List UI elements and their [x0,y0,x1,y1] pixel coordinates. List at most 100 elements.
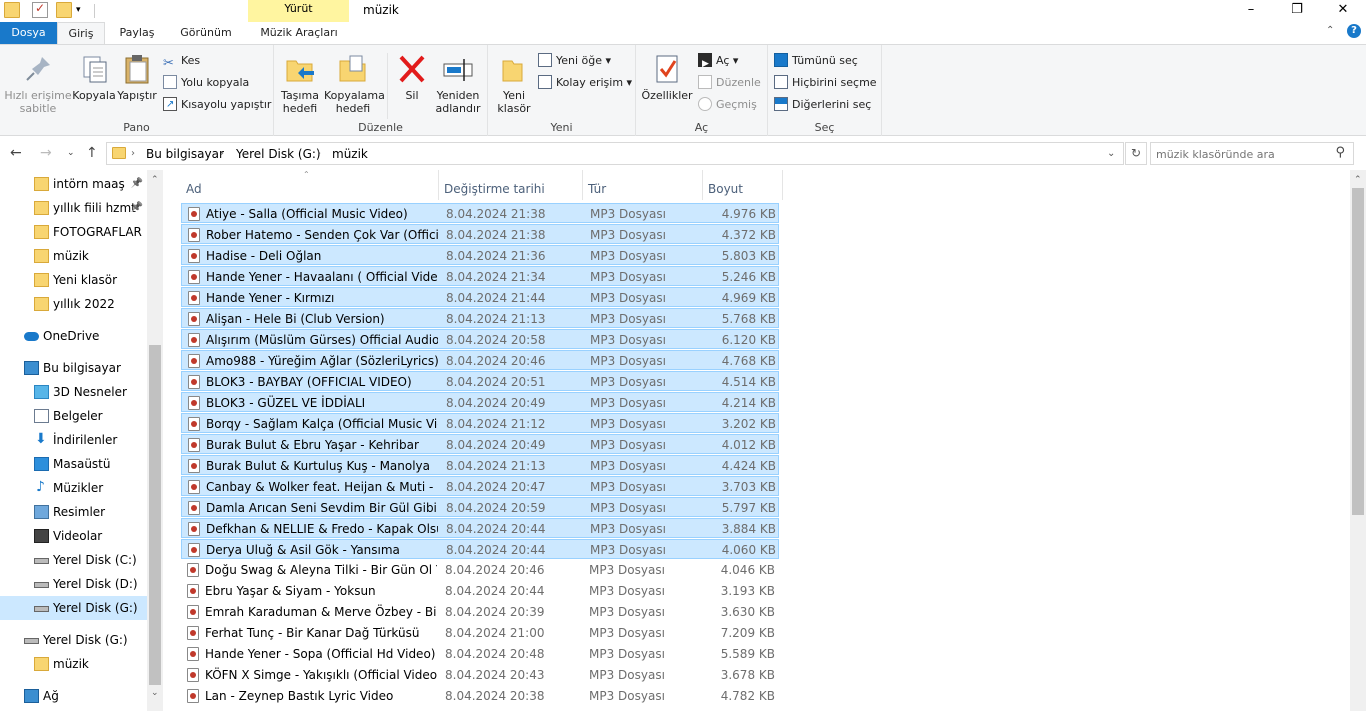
crumb-disk-g[interactable]: Yerel Disk (G:) [236,147,321,161]
sidebar-item[interactable]: Ağ [0,684,147,708]
file-row[interactable]: Damla Arıcan Seni Sevdim Bir Gül Gibi 20… [181,497,779,517]
chevron-right-icon[interactable]: › [220,148,224,159]
sidebar-item[interactable]: 3D Nesneler [0,380,147,404]
file-row[interactable]: Rober Hatemo - Senden Çok Var (Official.… [181,224,779,244]
sidebar-item[interactable]: Belgeler [0,404,147,428]
tab-file[interactable]: Dosya [0,22,57,44]
move-to-button[interactable]: Taşıma hedefi [278,49,322,115]
file-row[interactable]: Ferhat Tunç - Bir Kanar Dağ Türküsü 8.04.… [181,623,779,643]
address-bar[interactable]: › Bu bilgisayar › Yerel Disk (G:) › müzi… [106,142,1124,165]
sidebar-item[interactable]: Yerel Disk (G:) [0,596,147,620]
sidebar-item[interactable]: müzik [0,652,147,676]
sidebar-item[interactable]: OneDrive [0,324,147,348]
copy-to-button[interactable]: Kopyalama hedefi [324,49,385,115]
copy-button[interactable]: Kopyala [72,49,116,102]
qa-dropdown-icon[interactable]: ▾ [76,5,92,21]
file-row[interactable]: Hadise - Deli Oğlan 8.04.2024 21:36 MP3 Do… [181,245,779,265]
sidebar-item[interactable]: Yerel Disk (G:) [0,628,147,652]
properties-button[interactable]: Özellikler [640,49,694,102]
pin-icon[interactable]: 📌 [131,196,143,220]
chevron-right-icon[interactable]: › [317,148,321,159]
pin-icon[interactable]: 📌 [131,172,143,196]
file-row[interactable]: Emrah Karaduman & Merve Özbey - Bir İ...… [181,602,779,622]
sidebar-item[interactable]: yıllık fiili hzmt 📌 [0,196,147,220]
address-dropdown-icon[interactable]: ⌄ [1107,148,1115,159]
easy-access-button[interactable]: Kolay erişim ▾ [538,73,632,93]
sidebar-item[interactable]: Yerel Disk (D:) [0,572,147,596]
search-icon[interactable]: ⚲ [1335,145,1345,160]
up-arrow-icon[interactable]: ↑ [86,145,98,161]
file-row[interactable]: Burak Bulut & Ebru Yaşar - Kehribar 8.04.… [181,434,779,454]
new-item-button[interactable]: Yeni öğe ▾ [538,51,611,71]
scroll-up-icon[interactable]: ⌃ [151,175,159,185]
file-row[interactable]: Hande Yener - Sopa (Official Hd Video) 8.… [181,644,779,664]
sidebar-item[interactable]: yıllık 2022 [0,292,147,316]
file-row[interactable]: KÖFN X Simge - Yakışıklı (Official Video… [181,665,779,685]
file-row[interactable]: Hande Yener - Kırmızı 8.04.2024 21:44 MP3 … [181,287,779,307]
file-row[interactable]: Alışırım (Müslüm Gürses) Official Audio … [181,329,779,349]
forward-arrow-icon[interactable]: → [40,145,52,161]
open-button[interactable]: ▶ Aç ▾ [698,51,738,71]
chevron-right-icon[interactable]: › [131,148,135,159]
sidebar-item[interactable]: ⬇ İndirilenler [0,428,147,452]
help-icon[interactable]: ? [1347,24,1361,38]
minimize-button[interactable]: – [1228,0,1274,22]
file-row[interactable]: Alişan - Hele Bi (Club Version) 8.04.2024… [181,308,779,328]
file-row[interactable]: BLOK3 - BAYBAY (OFFICIAL VIDEO) 8.04.2024… [181,371,779,391]
new-folder-button[interactable]: Yeni klasör [492,49,536,115]
invert-selection-button[interactable]: Diğerlerini seç [774,95,871,115]
close-button[interactable]: ✕ [1320,0,1366,22]
file-row[interactable]: Borqy - Sağlam Kalça (Official Music Vid… [181,413,779,433]
sidebar-item[interactable]: Yerel Disk (C:) [0,548,147,572]
tab-music-tools[interactable]: Müzik Araçları [252,22,346,44]
new-folder-qa-icon[interactable] [56,2,72,18]
cut-button[interactable]: ✂ Kes [163,51,200,71]
rename-button[interactable]: Yeniden adlandır [432,49,484,115]
sidebar-item[interactable]: FOTOGRAFLAR [0,220,147,244]
select-all-button[interactable]: Tümünü seç [774,51,858,71]
file-row[interactable]: Derya Uluğ & Asil Gök - Yansıma 8.04.2024… [181,539,779,559]
tab-view[interactable]: Görünüm [172,22,240,44]
tab-share[interactable]: Paylaş [112,22,162,44]
crumb-muzik[interactable]: müzik [332,147,368,161]
file-row[interactable]: Canbay & Wolker feat. Heijan & Muti - B.… [181,476,779,496]
paste-button[interactable]: Yapıştır [116,49,158,102]
file-list-scroll-thumb[interactable] [1352,188,1364,515]
scroll-down-icon[interactable]: ⌄ [151,688,159,698]
file-row[interactable]: Atiye - Salla (Official Music Video) 8.04… [181,203,779,223]
file-row[interactable]: Defkhan & NELLIE & Fredo - Kapak Olsu...… [181,518,779,538]
refresh-icon[interactable]: ↻ [1125,142,1147,165]
sidebar-item[interactable]: Masaüstü [0,452,147,476]
sidebar-item[interactable]: intörn maaş 📌 [0,172,147,196]
delete-button[interactable]: Sil [392,49,432,102]
back-arrow-icon[interactable]: ← [10,145,22,161]
scroll-up-icon[interactable]: ⌃ [1354,175,1362,185]
sidebar-item[interactable]: Resimler [0,500,147,524]
sidebar-item[interactable]: ♪ Müzikler [0,476,147,500]
sidebar-item[interactable]: müzik [0,244,147,268]
column-date[interactable]: Değiştirme tarihi [439,170,583,200]
column-size[interactable]: Boyut [703,170,783,200]
sidebar-item[interactable]: Bu bilgisayar [0,356,147,380]
edit-button[interactable]: Düzenle [698,73,761,93]
search-box[interactable]: ⚲ [1150,142,1354,165]
pin-quick-access-button[interactable]: Hızlı erişime sabitle [4,49,72,115]
sidebar-scroll-thumb[interactable] [149,345,161,685]
search-input[interactable] [1156,146,1326,162]
column-type[interactable]: Tür [583,170,703,200]
copy-path-button[interactable]: Yolu kopyala [163,73,249,93]
file-row[interactable]: BLOK3 - GÜZEL VE İDDİALI 8.04.2024 20:49 M… [181,392,779,412]
column-name[interactable]: Ad [181,170,439,200]
file-row[interactable]: Ebru Yaşar & Siyam - Yoksun 8.04.2024 20:… [181,581,779,601]
history-button[interactable]: Geçmiş [698,95,757,115]
paste-shortcut-button[interactable]: ↗ Kısayolu yapıştır [163,95,271,115]
tab-home[interactable]: Giriş [57,22,105,44]
file-row[interactable]: Hande Yener - Havaalanı ( Official Video… [181,266,779,286]
file-row[interactable]: Amo988 - Yüreğim Ağlar (SözleriLyrics) Ş… [181,350,779,370]
sidebar-item[interactable]: Yeni klasör [0,268,147,292]
crumb-this-pc[interactable]: Bu bilgisayar [146,147,224,161]
file-row[interactable]: Lan - Zeynep Bastık Lyric Video 8.04.2024… [181,686,779,706]
ribbon-collapse-icon[interactable]: ⌃ [1326,25,1334,36]
sidebar-item[interactable]: Videolar [0,524,147,548]
file-row[interactable]: Burak Bulut & Kurtuluş Kuş - Manolya 8.04… [181,455,779,475]
